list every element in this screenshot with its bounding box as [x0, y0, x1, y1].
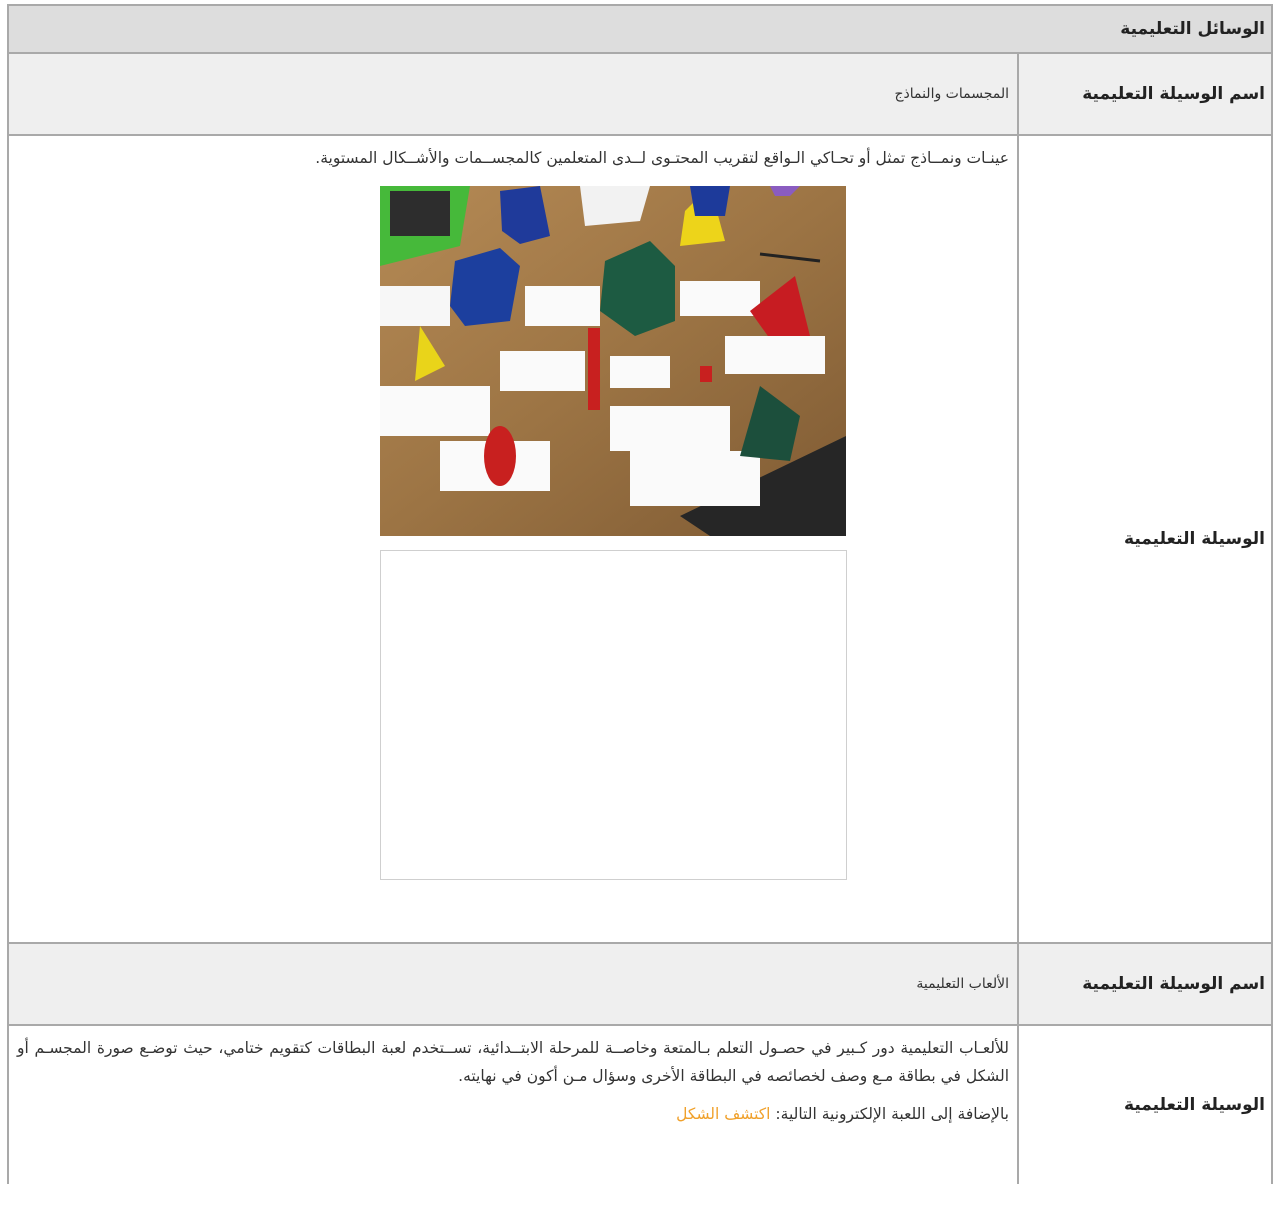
aid-description-text: عينـات ونمــاذج تمثل أو تحـاكي الـواقع ل… [315, 149, 1009, 167]
aid-description-cell: للألعـاب التعليمية دور كـبير في حصـول ال… [9, 1026, 1019, 1184]
electronic-game-prefix: بالإضافة إلى اللعبة الإلكترونية التالية: [770, 1105, 1009, 1123]
aid-name-row-games: اسم الوسيلة التعليمية الألعاب التعليمية [9, 944, 1271, 1026]
aid-description-text: للألعـاب التعليمية دور كـبير في حصـول ال… [17, 1039, 1009, 1085]
aid-name-label: اسم الوسيلة التعليمية [1082, 84, 1265, 104]
aid-name-value: المجسمات والنماذج [9, 54, 1019, 134]
geometric-solids-photo [380, 186, 846, 536]
embedded-media-frame [379, 550, 847, 880]
aid-description-label: الوسيلة التعليمية [1124, 1095, 1265, 1115]
aid-name-row-models: اسم الوسيلة التعليمية المجسمات والنماذج [9, 54, 1271, 136]
table-title: الوسائل التعليمية [1120, 19, 1265, 39]
aid-media [217, 186, 1009, 880]
table-header: الوسائل التعليمية [9, 4, 1271, 54]
aid-name-value: الألعاب التعليمية [9, 944, 1019, 1024]
discover-shape-link[interactable]: اكتشف الشكل [676, 1105, 770, 1123]
aid-description-row-games: الوسيلة التعليمية للألعـاب التعليمية دور… [9, 1026, 1271, 1184]
aid-description-label: الوسيلة التعليمية [1124, 529, 1265, 549]
teaching-aids-table: الوسائل التعليمية اسم الوسيلة التعليمية … [7, 4, 1273, 1184]
electronic-game-line: بالإضافة إلى اللعبة الإلكترونية التالية:… [17, 1100, 1009, 1128]
aid-name-label: اسم الوسيلة التعليمية [1082, 974, 1265, 994]
aid-description-cell: عينـات ونمــاذج تمثل أو تحـاكي الـواقع ل… [9, 136, 1019, 942]
aid-description-row-models: الوسيلة التعليمية عينـات ونمــاذج تمثل أ… [9, 136, 1271, 944]
